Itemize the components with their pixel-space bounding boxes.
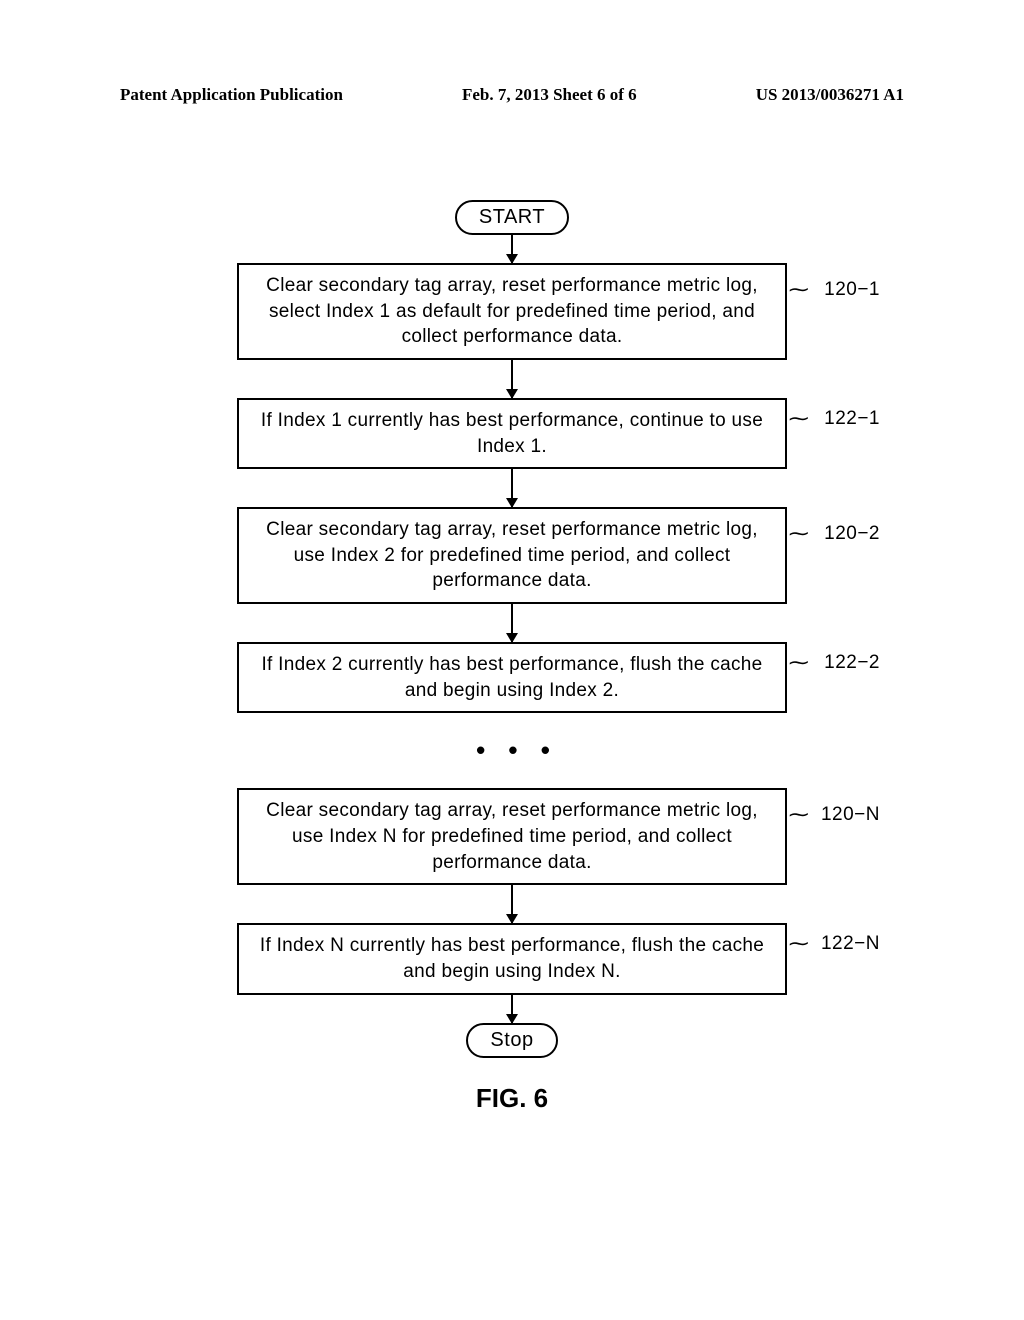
stop-terminal: Stop xyxy=(466,1023,557,1058)
reference-label: 120−1 xyxy=(824,277,880,303)
tilde-icon: ⁓ xyxy=(789,802,809,829)
arrow-icon xyxy=(511,360,513,398)
process-text: If Index 1 currently has best performanc… xyxy=(261,410,763,457)
tilde-icon: ⁓ xyxy=(789,521,809,548)
process-step-122-N: If Index N currently has best performanc… xyxy=(237,923,787,994)
reference-label: 120−2 xyxy=(824,521,880,547)
header-date-sheet: Feb. 7, 2013 Sheet 6 of 6 xyxy=(462,85,637,105)
process-text: Clear secondary tag array, reset perform… xyxy=(266,519,758,591)
tilde-icon: ⁓ xyxy=(789,277,809,304)
process-step-120-2: Clear secondary tag array, reset perform… xyxy=(237,507,787,604)
arrow-icon xyxy=(511,995,513,1023)
flowchart-container: START Clear secondary tag array, reset p… xyxy=(237,200,787,1114)
ellipsis-continuation: • • • xyxy=(466,735,558,766)
reference-label: 122−1 xyxy=(824,406,880,432)
reference-label: 122−2 xyxy=(824,650,880,676)
process-step-120-N: Clear secondary tag array, reset perform… xyxy=(237,788,787,885)
reference-label: 122−N xyxy=(821,931,880,957)
process-step-122-2: If Index 2 currently has best performanc… xyxy=(237,642,787,713)
process-text: If Index 2 currently has best performanc… xyxy=(261,654,762,701)
process-text: If Index N currently has best performanc… xyxy=(260,935,764,982)
tilde-icon: ⁓ xyxy=(789,931,809,958)
reference-label: 120−N xyxy=(821,802,880,828)
tilde-icon: ⁓ xyxy=(789,650,809,677)
figure-caption: FIG. 6 xyxy=(476,1083,548,1114)
tilde-icon: ⁓ xyxy=(789,406,809,433)
arrow-icon xyxy=(511,469,513,507)
page-header: Patent Application Publication Feb. 7, 2… xyxy=(0,85,1024,105)
arrow-icon xyxy=(511,885,513,923)
arrow-icon xyxy=(511,235,513,263)
arrow-icon xyxy=(511,604,513,642)
header-publication: Patent Application Publication xyxy=(120,85,343,105)
process-text: Clear secondary tag array, reset perform… xyxy=(266,275,758,347)
start-terminal: START xyxy=(455,200,569,235)
process-text: Clear secondary tag array, reset perform… xyxy=(266,800,758,872)
header-application-number: US 2013/0036271 A1 xyxy=(756,85,904,105)
process-step-120-1: Clear secondary tag array, reset perform… xyxy=(237,263,787,360)
process-step-122-1: If Index 1 currently has best performanc… xyxy=(237,398,787,469)
